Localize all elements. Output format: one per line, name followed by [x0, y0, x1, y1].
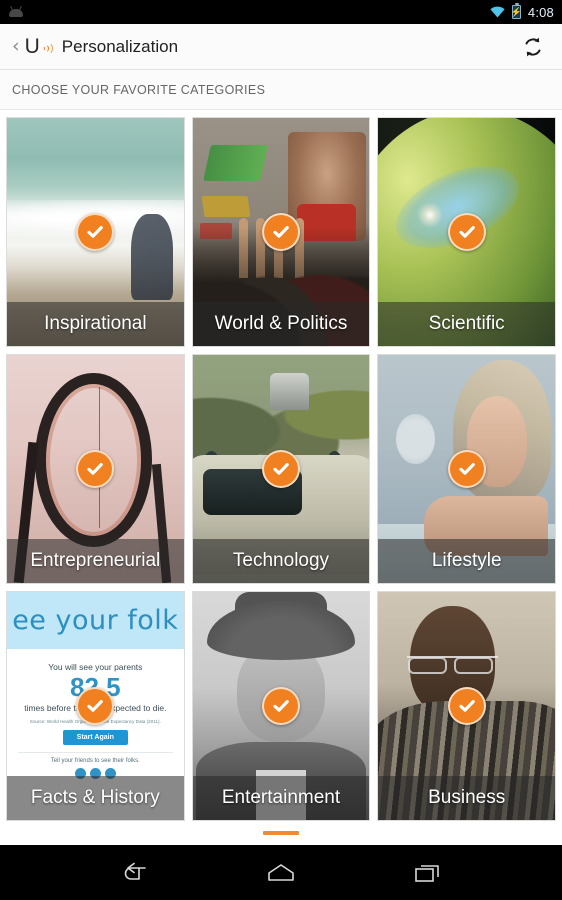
check-circle-icon[interactable] — [261, 687, 300, 725]
umano-sound-waves-icon — [40, 39, 53, 57]
category-tile-label: Scientific — [378, 302, 555, 346]
page-title: Personalization — [61, 36, 179, 56]
category-tile-business[interactable]: Business — [377, 591, 556, 821]
nav-back-button[interactable] — [108, 853, 160, 893]
action-bar: ‹ U Personalization — [0, 24, 562, 70]
category-tile-inspirational[interactable]: Inspirational — [6, 117, 185, 347]
category-tile-label: Entrepreneurial — [7, 539, 184, 583]
webpage-hero: ee your folk — [7, 592, 184, 649]
recent-apps-icon — [415, 864, 440, 882]
check-circle-icon[interactable] — [447, 450, 486, 488]
page-indicator — [0, 821, 562, 845]
check-circle-icon[interactable] — [447, 213, 486, 251]
refresh-button[interactable] — [516, 30, 550, 64]
webpage-hero-text: ee your folk — [12, 605, 179, 636]
webpage-tell-friends: Tell your friends to see their folks. — [50, 758, 140, 765]
category-grid: Inspirational World & Politics Scientifi… — [0, 110, 562, 821]
category-tile-label: Lifestyle — [378, 539, 555, 583]
back-arrow-icon — [124, 862, 146, 880]
category-tile-world-politics[interactable]: World & Politics — [191, 117, 371, 347]
nav-recents-button[interactable] — [402, 853, 454, 893]
refresh-icon — [525, 37, 541, 56]
category-tile-entertainment[interactable]: Entertainment — [191, 591, 371, 821]
divider — [18, 752, 173, 754]
status-bar: ⚡ 4:08 — [0, 0, 562, 24]
nav-home-button[interactable] — [255, 853, 307, 893]
category-tile-label: Inspirational — [7, 302, 184, 346]
category-tile-label: Entertainment — [192, 776, 370, 820]
status-bar-clock: 4:08 — [527, 4, 554, 20]
wifi-icon — [490, 6, 505, 18]
category-tile-label: Technology — [192, 539, 370, 583]
system-navigation-bar — [0, 845, 562, 900]
check-circle-icon[interactable] — [447, 687, 486, 725]
check-circle-icon[interactable] — [261, 450, 300, 488]
webpage-line1: You will see your parents — [48, 662, 143, 672]
webpage-start-again-button: Start Again — [62, 730, 128, 746]
check-circle-icon[interactable] — [261, 213, 300, 251]
app-logo-letter: U — [24, 34, 40, 58]
category-tile-entrepreneurial[interactable]: Entrepreneurial — [6, 354, 185, 584]
category-tile-label: Business — [378, 776, 555, 820]
page-indicator-bar — [263, 831, 299, 835]
back-chevron-icon[interactable]: ‹ — [12, 37, 20, 56]
category-tile-lifestyle[interactable]: Lifestyle — [377, 354, 556, 584]
battery-charging-icon: ⚡ — [511, 3, 522, 19]
category-tile-label: Facts & History — [7, 776, 184, 820]
app-logo[interactable]: U — [24, 34, 53, 58]
category-tile-scientific[interactable]: Scientific — [377, 117, 556, 347]
category-tile-technology[interactable]: Technology — [191, 354, 371, 584]
status-bar-system-icons: ⚡ 4:08 — [490, 3, 554, 20]
category-tile-label: World & Politics — [192, 302, 370, 346]
home-icon — [268, 863, 294, 881]
category-tile-facts-history[interactable]: ee your folk You will see your parents 8… — [6, 591, 185, 821]
android-robot-icon — [8, 5, 24, 19]
subheader: CHOOSE YOUR FAVORITE CATEGORIES — [0, 70, 562, 110]
status-bar-notifications — [8, 5, 490, 19]
subheader-label: CHOOSE YOUR FAVORITE CATEGORIES — [12, 82, 266, 97]
